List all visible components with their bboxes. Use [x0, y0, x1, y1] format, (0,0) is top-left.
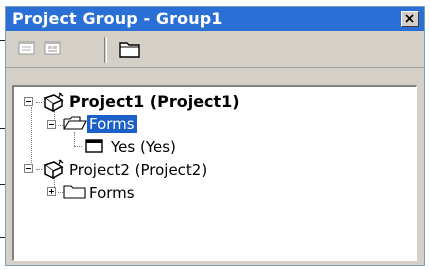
tree-item-project1[interactable]: Project1 (Project1) [69, 92, 240, 111]
collapse-toggle[interactable] [47, 120, 56, 129]
tree-line [74, 146, 82, 147]
tree-item-forms-project1[interactable]: Forms [87, 115, 137, 133]
view-code-icon [44, 41, 61, 55]
project-explorer-window: Project Group - Group1 Project1 (Project… [5, 6, 425, 266]
view-code-button[interactable] [44, 41, 62, 56]
window-title: Project Group - Group1 [12, 9, 223, 28]
folder-icon [119, 42, 140, 58]
project-icon [43, 159, 64, 179]
close-icon [405, 14, 414, 23]
project-icon [43, 92, 64, 112]
tree-item-form-yes[interactable]: Yes (Yes) [111, 138, 176, 156]
toolbar-separator [104, 37, 107, 63]
close-button[interactable] [401, 11, 419, 27]
toggle-folders-button[interactable] [118, 39, 142, 63]
view-object-icon [18, 41, 35, 55]
view-object-button[interactable] [18, 41, 36, 56]
folder-closed-icon [63, 185, 86, 199]
tree-item-forms-project2[interactable]: Forms [89, 184, 135, 202]
collapse-toggle[interactable] [24, 164, 33, 173]
tree-line [31, 107, 32, 167]
title-bar[interactable]: Project Group - Group1 [6, 7, 424, 31]
tree-item-project2[interactable]: Project2 (Project2) [69, 161, 207, 179]
expand-toggle[interactable] [47, 187, 56, 196]
toolbar [6, 31, 424, 68]
collapse-toggle[interactable] [24, 97, 33, 106]
folder-open-icon [63, 116, 87, 130]
form-icon [85, 139, 103, 153]
project-tree: Project1 (Project1) Forms Yes (Yes) Proj… [12, 85, 417, 261]
tree-line [74, 132, 75, 146]
